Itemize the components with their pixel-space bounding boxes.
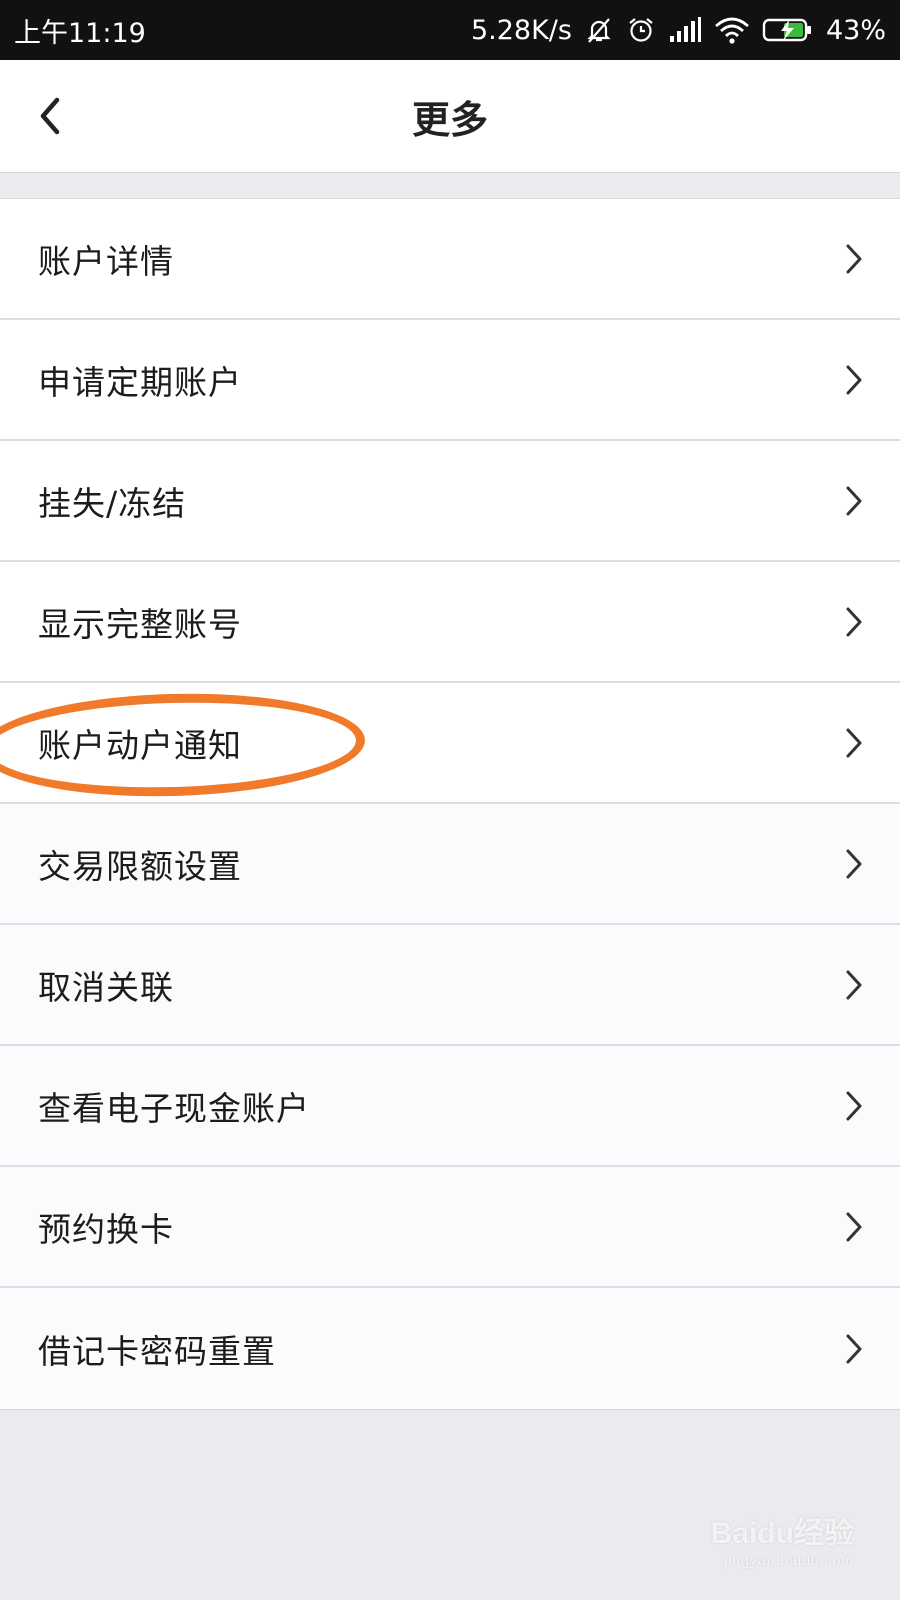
- chevron-right-icon: [846, 486, 862, 515]
- alarm-icon: [629, 18, 653, 42]
- menu-item-label: 账户详情: [38, 241, 174, 281]
- watermark-logo: Baidu经验: [710, 1517, 854, 1550]
- menu-item-label: 查看电子现金账户: [38, 1088, 310, 1128]
- menu-item-label: 挂失/冻结: [38, 483, 187, 523]
- chevron-right-icon: [846, 970, 862, 999]
- battery-percent: 43%: [825, 14, 886, 46]
- menu-item-label: 借记卡密码重置: [38, 1331, 276, 1371]
- network-speed: 5.28K/s: [470, 14, 572, 46]
- chevron-right-icon: [846, 1334, 862, 1363]
- page-title: 更多: [411, 97, 488, 142]
- chevron-right-icon: [846, 728, 862, 757]
- menu-item-apply-fixed-account[interactable]: 申请定期账户: [0, 320, 900, 441]
- menu-item-unlink[interactable]: 取消关联: [0, 925, 900, 1046]
- chevron-right-icon: [846, 244, 862, 273]
- menu-item-view-e-cash-account[interactable]: 查看电子现金账户: [0, 1046, 900, 1167]
- status-time: 上午11:19: [14, 17, 146, 49]
- watermark-url: jingyan.baidu.com: [724, 1552, 854, 1568]
- menu-list: 账户详情 申请定期账户 挂失/冻结 显示完整账号 账户动户通知 交易限额设置 取…: [0, 198, 900, 1410]
- menu-item-debit-card-password-reset[interactable]: 借记卡密码重置: [0, 1288, 900, 1409]
- menu-item-label: 申请定期账户: [38, 362, 242, 402]
- status-bar: 上午11:19 5.28K/s 43%: [0, 0, 900, 60]
- battery-charging-icon: [762, 18, 811, 42]
- status-indicators: 5.28K/s 43%: [471, 15, 886, 46]
- menu-item-label: 预约换卡: [38, 1209, 174, 1249]
- menu-item-label: 显示完整账号: [38, 604, 242, 644]
- menu-item-report-loss-freeze[interactable]: 挂失/冻结: [0, 441, 900, 562]
- navigation-bar: 更多: [0, 60, 900, 173]
- menu-item-label: 账户动户通知: [38, 725, 242, 765]
- signal-icon: [669, 17, 701, 42]
- menu-item-transaction-limit-settings[interactable]: 交易限额设置: [0, 804, 900, 925]
- wifi-icon: [715, 17, 749, 44]
- menu-item-label: 取消关联: [38, 967, 174, 1007]
- menu-item-account-activity-notification[interactable]: 账户动户通知: [0, 683, 900, 804]
- menu-item-label: 交易限额设置: [38, 846, 242, 886]
- chevron-right-icon: [846, 607, 862, 636]
- menu-item-book-card-replacement[interactable]: 预约换卡: [0, 1167, 900, 1288]
- chevron-right-icon: [846, 849, 862, 878]
- bell-muted-icon: [587, 18, 611, 43]
- chevron-right-icon: [846, 1212, 862, 1241]
- watermark: Baidu经验 jingyan.baidu.com: [711, 1508, 854, 1568]
- chevron-right-icon: [846, 1091, 862, 1120]
- menu-item-account-details[interactable]: 账户详情: [0, 199, 900, 320]
- menu-item-show-full-account-number[interactable]: 显示完整账号: [0, 562, 900, 683]
- chevron-right-icon: [846, 365, 862, 394]
